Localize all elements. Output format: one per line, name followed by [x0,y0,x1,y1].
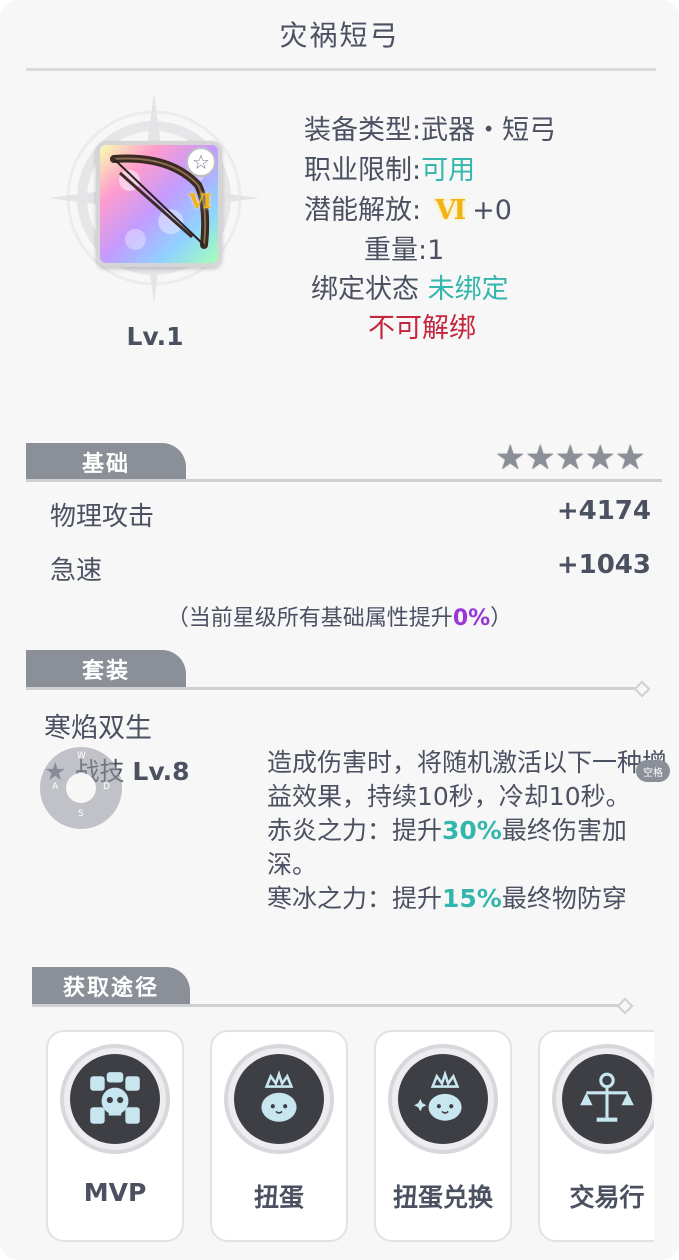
unbind-note: 不可解绑 [368,313,476,344]
skill-level: Lv.8 [132,757,190,786]
tab-basic: 基础 [26,443,186,481]
potential-rank-badge: Ⅵ [435,195,467,226]
star-icon: ★ [615,438,646,478]
star-badge-icon: ☆ [186,147,216,177]
desc-highlight: 30% [442,816,502,845]
joystick-key-a: A [52,782,59,792]
desc-paragraph: 赤炎之力：提升30%最终伤害加深。 [267,814,667,882]
divider-diamond-icon [616,997,634,1015]
route-label: 扭蛋 [253,1183,304,1212]
title-divider [26,68,656,71]
note-suffix: ） [490,606,513,631]
bind-status-row: 绑定状态 未绑定 [311,267,509,306]
item-icon[interactable]: ☆ Ⅵ [96,141,222,267]
mvp-skull-glyph [90,1072,140,1124]
class-limit-row: 职业限制:可用 [304,148,475,187]
joystick-key-w: W [77,751,86,761]
poring-crown-glyph [261,1070,297,1122]
star-bonus-note: （当前星级所有基础属性提升0%） [0,600,679,632]
note-percent: 0% [452,606,491,631]
mvp-skull-icon [70,1054,160,1144]
class-limit-value: 可用 [421,155,476,186]
desc-text: 最终物防穿 [501,884,627,913]
desc-paragraph: 造成伤害时，将随机激活以下一种增益效果，持续10秒，冷却10秒。 [267,748,667,811]
basic-divider [26,479,662,482]
joystick-key-s: S [78,809,84,819]
joystick-hub[interactable] [66,773,96,803]
desc-text: 寒冰之力：提升 [267,884,443,913]
stat-value: +4174 [556,496,651,526]
routes-list: MVP 扭蛋 扭蛋兑换 交易行 [44,1030,654,1250]
star-icon: ★ [555,438,586,478]
rank-badge: Ⅵ [189,189,212,213]
route-card-trade[interactable]: 交易行 [538,1030,654,1242]
tab-set: 套装 [26,650,186,688]
skill-description[interactable]: 造成伤害时，将随机激活以下一种增益效果，持续10秒，冷却10秒。 赤炎之力：提升… [267,746,667,942]
joystick-key-d: D [103,782,110,792]
star-icon: ★ [525,438,556,478]
route-card-gacha[interactable]: 扭蛋 [210,1030,348,1242]
potential-value: +0 [472,195,512,226]
divider-diamond-icon [633,680,651,698]
stat-value: +1043 [556,550,651,580]
note-prefix: （当前星级所有基础属性提升 [166,606,453,631]
poring-crown-sparkle-glyph [414,1070,462,1121]
potential-label: 潜能解放: [304,195,422,226]
class-limit-label: 职业限制: [304,155,422,186]
route-label: 扭蛋兑换 [392,1183,493,1212]
equip-type-row: 装备类型:武器・短弓 [304,108,556,147]
item-title: 灾祸短弓 [279,19,400,52]
set-name: 寒焰双生 [44,713,152,744]
route-card-mvp[interactable]: MVP [46,1030,184,1242]
set-divider [26,687,646,690]
weight-row: 重量:1 [364,235,445,266]
trade-scale-icon [562,1054,652,1144]
desc-highlight: 15% [442,884,502,913]
equip-type-value: 武器・短弓 [421,115,557,146]
item-detail-panel: 灾祸短弓 ☆ Ⅵ Lv.1 装备类型:武器・短弓 职业限制:可用 潜能解放: Ⅵ +… [0,0,679,1260]
poring-crown-icon [234,1054,324,1144]
poring-crown-sparkle-icon [398,1054,488,1144]
star-rating: ★ ★ ★ ★ ★ [495,440,645,476]
potential-row: 潜能解放: Ⅵ +0 [304,188,512,227]
item-level: Lv.1 [126,322,184,351]
star-icon: ★ [495,438,526,478]
tab-routes: 获取途径 [32,967,190,1005]
route-label: MVP [83,1178,147,1207]
bind-status-label: 绑定状态 [311,274,419,305]
desc-text: 赤炎之力：提升 [267,816,443,845]
stat-name: 急速 [50,556,103,586]
equip-type-label: 装备类型: [304,115,422,146]
trade-scale-glyph [580,1072,634,1122]
bind-status-value: 未绑定 [427,274,509,305]
virtual-joystick[interactable]: W A D S [40,747,122,829]
route-label: 交易行 [569,1183,645,1212]
route-card-gacha-exchange[interactable]: 扭蛋兑换 [374,1030,512,1242]
desc-paragraph: 寒冰之力：提升15%最终物防穿 [267,882,667,916]
routes-divider [32,1004,618,1007]
star-icon: ★ [585,438,616,478]
stat-name: 物理攻击 [50,502,155,532]
space-key-button[interactable]: 空格 [636,760,670,782]
